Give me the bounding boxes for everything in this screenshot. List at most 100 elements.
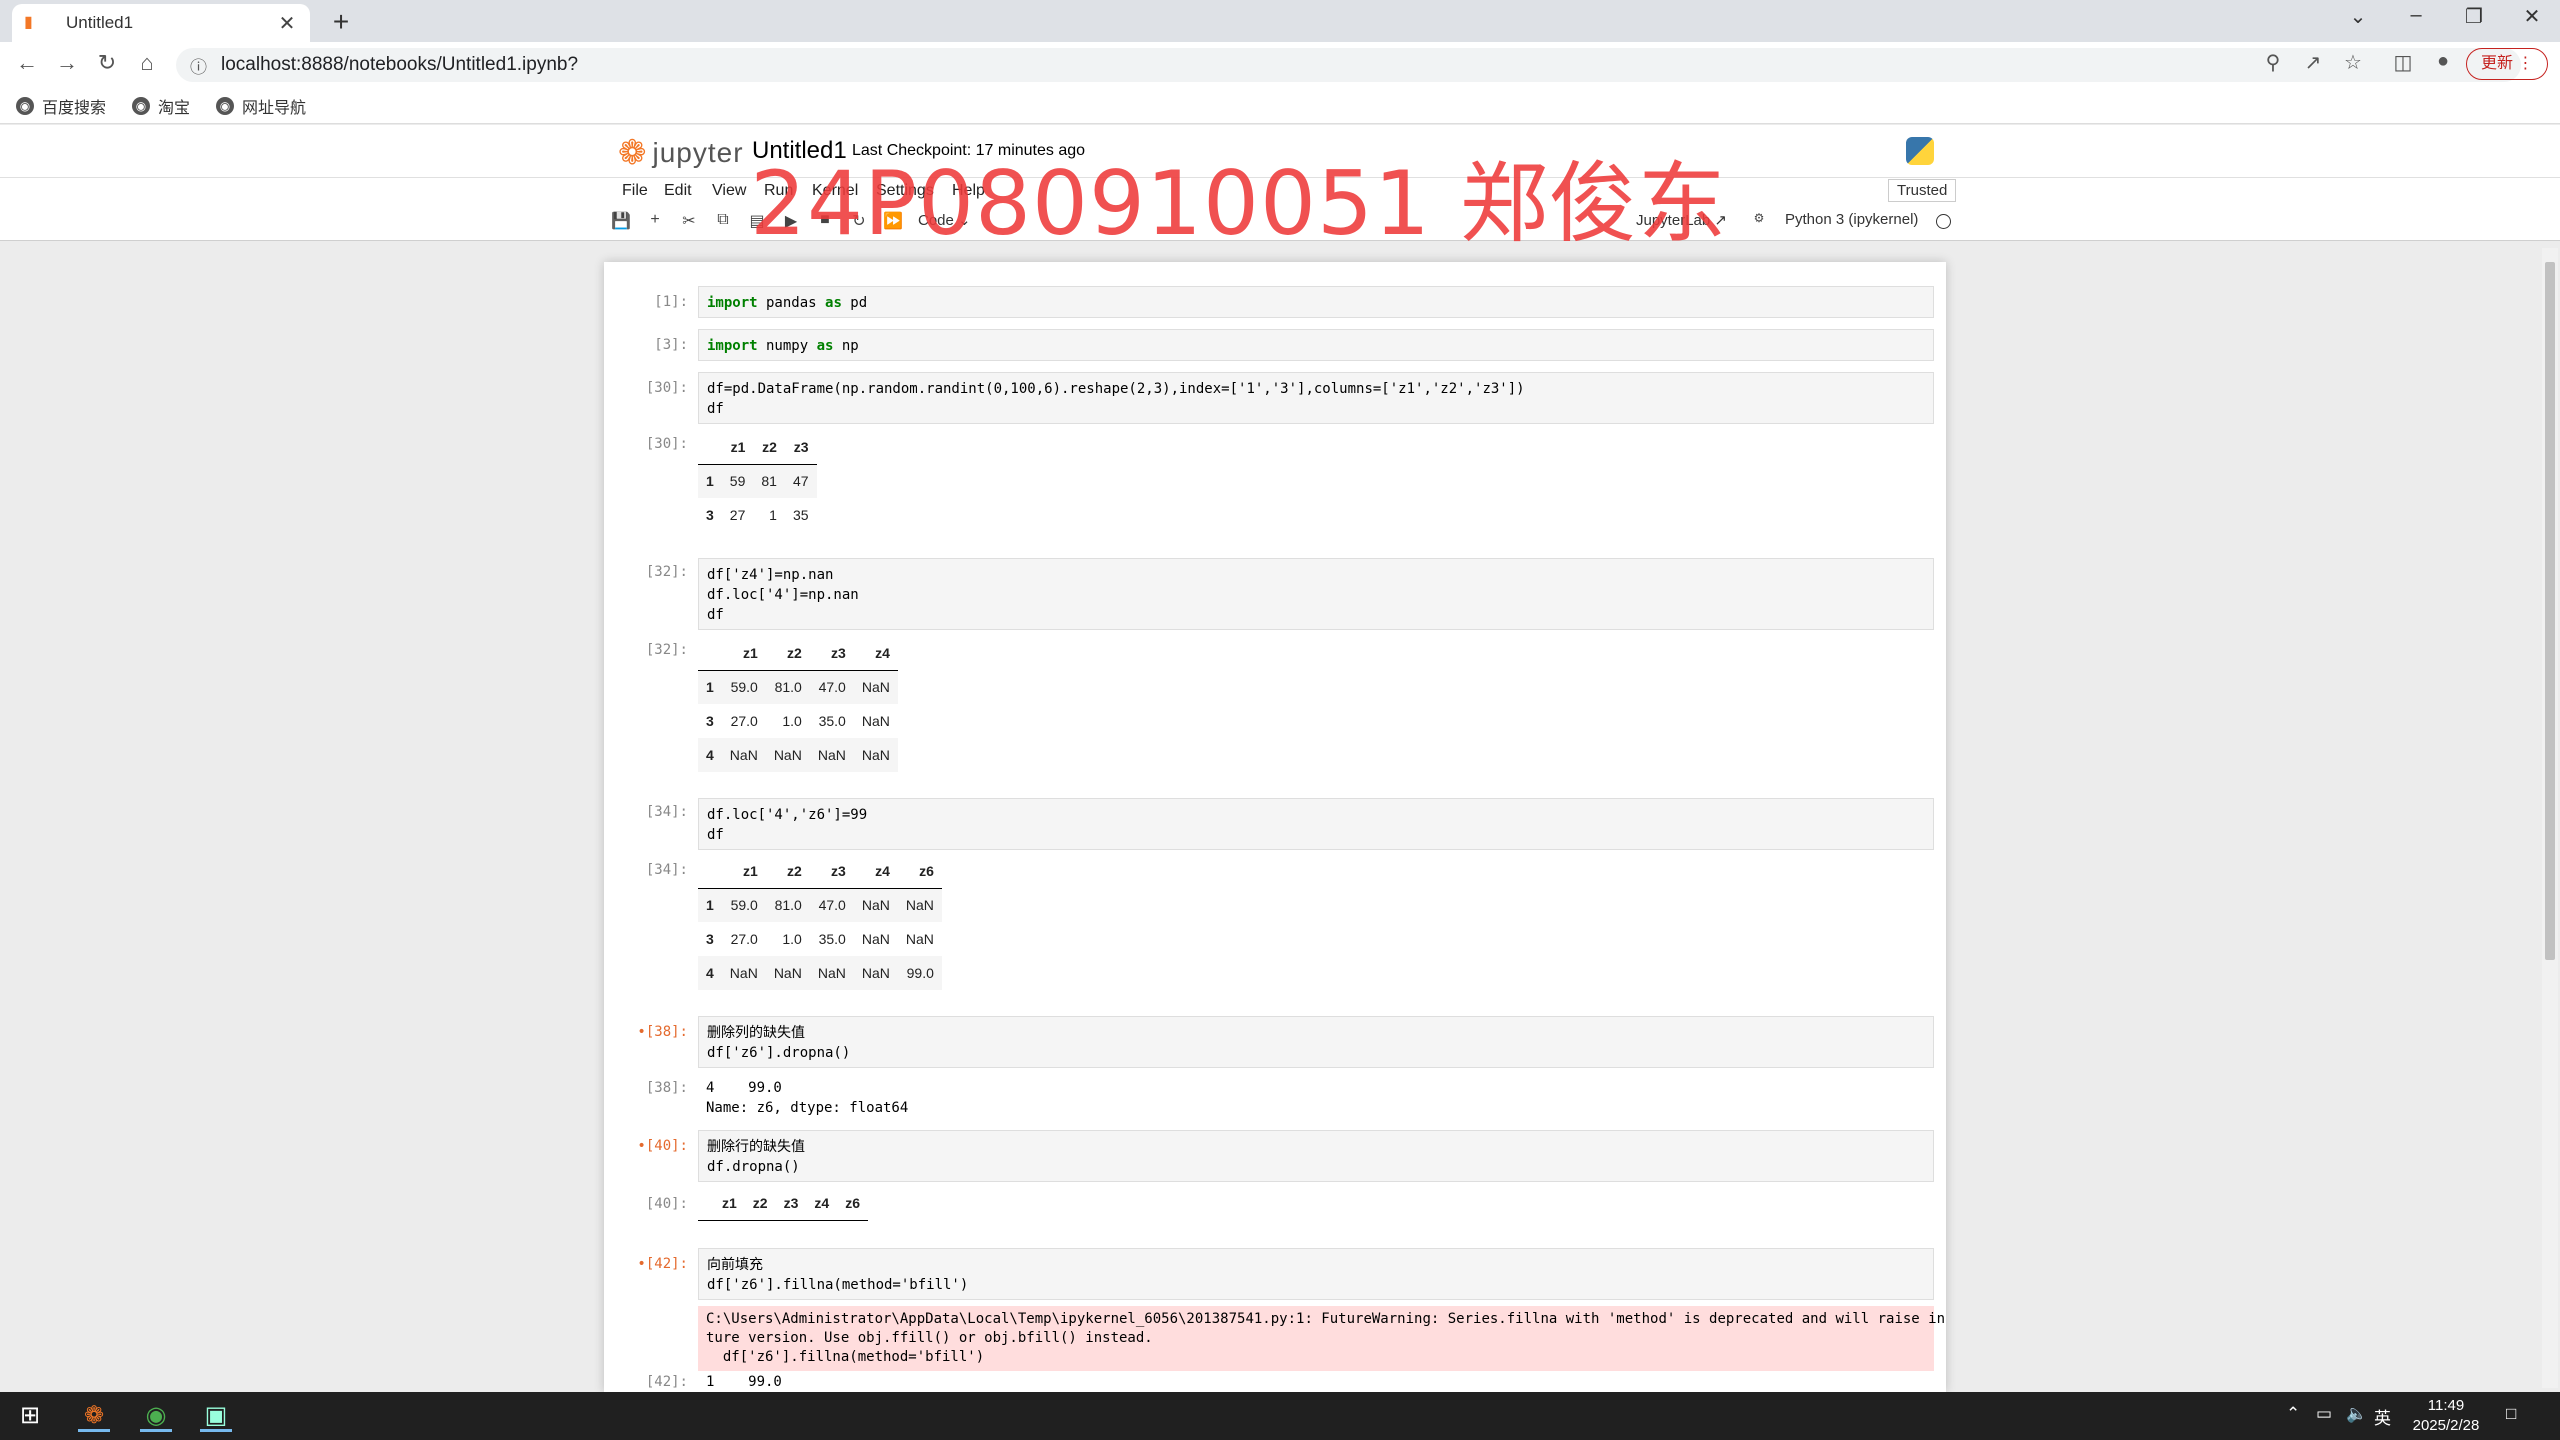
table-cell: 59.0 (730, 897, 758, 914)
code-cell-input[interactable]: 删除列的缺失值 df['z6'].dropna() (698, 1016, 1934, 1068)
copy-icon[interactable]: ⧉ (712, 211, 734, 229)
code-keyword: as (816, 338, 834, 354)
table-cell: 27.0 (730, 713, 758, 729)
column-header: z4 (853, 636, 898, 671)
reload-button[interactable]: ↻ (92, 50, 122, 76)
column-header: z2 (765, 636, 810, 671)
tab-search-icon[interactable]: ⌄ (2338, 4, 2378, 29)
close-tab-icon[interactable]: ✕ (276, 11, 298, 36)
globe-icon: ◉ (216, 96, 235, 115)
side-panel-icon[interactable]: ◫ (2388, 50, 2418, 75)
back-button[interactable]: ← (12, 50, 42, 76)
code-cell-input[interactable]: df['z4']=np.nan df.loc['4']=np.nan df (698, 558, 1934, 630)
volume-icon[interactable]: 🔈 (2346, 1404, 2367, 1424)
minimize-button[interactable]: – (2396, 4, 2436, 27)
windows-start-icon[interactable]: ⊞ (14, 1400, 46, 1432)
menu-view[interactable]: View (712, 182, 746, 200)
table-cell: NaN (861, 897, 890, 914)
row-index: 4 (706, 965, 714, 981)
table-cell: NaN (861, 965, 890, 981)
clock-time: 11:49 (2427, 1397, 2465, 1414)
ime-indicator[interactable]: 英 (2374, 1404, 2391, 1429)
forward-button[interactable]: → (52, 50, 82, 76)
jupyter-logo-text: jupyter (652, 137, 744, 168)
kernel-name[interactable]: Python 3 (ipykernel) (1785, 211, 1918, 228)
share-icon[interactable]: ↗ (2298, 50, 2328, 75)
output-prompt: [30]: (645, 436, 688, 452)
cell-prompt-text: [42]: (645, 1256, 688, 1272)
table-row: 4 NaN NaN NaN NaN (698, 738, 898, 772)
cell-prompt: •[38]: (637, 1024, 688, 1040)
site-info-icon[interactable]: ⓘ (190, 53, 207, 78)
table-cell: 1.0 (782, 713, 802, 729)
column-header: z2 (753, 430, 785, 465)
column-header: z1 (721, 854, 766, 889)
scrollbar-thumb[interactable] (2545, 262, 2555, 960)
jupyter-logo[interactable]: ❁ jupyter (618, 133, 744, 173)
code-cell-input[interactable]: import pandas as pd (698, 286, 1934, 318)
bookmark-item[interactable]: ◉ 百度搜索 (16, 94, 106, 118)
warning-output: C:\Users\Administrator\AppData\Local\Tem… (698, 1306, 1945, 1371)
close-window-button[interactable]: ✕ (2512, 4, 2552, 29)
update-label: 更新 (2481, 55, 2514, 72)
code-cell-input[interactable]: 向前填充 df['z6'].fillna(method='bfill') (698, 1248, 1934, 1300)
taskbar-clock[interactable]: 11:49 2025/2/28 (2406, 1396, 2486, 1436)
notifications-icon[interactable]: □ (2506, 1404, 2516, 1424)
profile-icon[interactable]: ● (2428, 50, 2458, 73)
table-row: 4 NaN NaN NaN NaN 99.0 (698, 956, 942, 990)
column-header: z6 (897, 854, 942, 889)
tray-chevron-icon[interactable]: ⌃ (2286, 1404, 2300, 1424)
settings-gear-icon[interactable]: ⚙ (1748, 211, 1770, 225)
code-cell-input[interactable]: 删除行的缺失值 df.dropna() (698, 1130, 1934, 1182)
home-button[interactable]: ⌂ (132, 50, 162, 76)
table-cell: NaN (729, 965, 758, 981)
menu-edit[interactable]: Edit (664, 182, 692, 200)
globe-icon: ◉ (16, 96, 34, 115)
cell-prompt: [30]: (645, 380, 688, 396)
zoom-icon[interactable]: ⚲ (2258, 50, 2288, 75)
table-cell: NaN (861, 713, 890, 729)
browser-tab-strip: ▮ Untitled1 ✕ + ⌄ – ❐ ✕ (0, 0, 2560, 42)
column-header: z1 (721, 430, 754, 465)
table-cell: 35 (792, 507, 809, 523)
jupyter-app-icon[interactable]: ❁ (78, 1400, 110, 1432)
column-header: z3 (809, 636, 854, 671)
app-window-icon[interactable]: ▣ (200, 1400, 232, 1432)
output-prompt: [34]: (645, 862, 688, 878)
table-cell: NaN (905, 897, 934, 914)
insert-cell-icon[interactable]: + (644, 211, 666, 229)
code-comment: 删除列的缺失值 (707, 1025, 805, 1041)
omnibox[interactable]: ⓘ localhost:8888/notebooks/Untitled1.ipy… (176, 48, 2521, 82)
cell-prompt: [1]: (654, 294, 688, 310)
table-cell: 81.0 (774, 679, 802, 696)
globe-icon: ◉ (132, 96, 151, 115)
update-button[interactable]: 更新 ⋮ (2466, 48, 2548, 80)
url-text[interactable]: localhost:8888/notebooks/Untitled1.ipynb… (221, 54, 578, 76)
table-cell: 59 (729, 473, 746, 490)
restore-button[interactable]: ❐ (2454, 4, 2494, 29)
cut-icon[interactable]: ✂ (678, 211, 700, 231)
network-icon[interactable]: ▭ (2316, 1404, 2332, 1424)
bookmark-item[interactable]: ◉ 网址导航 (216, 94, 306, 118)
code-line: df['z6'].dropna() (707, 1045, 851, 1061)
bookmark-star-icon[interactable]: ☆ (2338, 50, 2368, 75)
code-cell-input[interactable]: df=pd.DataFrame(np.random.randint(0,100,… (698, 372, 1934, 424)
save-icon[interactable]: 💾 (610, 211, 632, 231)
browser-tab[interactable]: ▮ Untitled1 ✕ (12, 4, 310, 42)
table-cell: 81 (761, 473, 777, 490)
address-bar-row: ← → ↻ ⌂ ⓘ localhost:8888/notebooks/Untit… (0, 42, 2560, 88)
table-cell: NaN (861, 931, 890, 947)
menu-file[interactable]: File (622, 182, 648, 200)
new-tab-button[interactable]: + (326, 6, 356, 38)
dataframe-table: z1 z2 z3 1 59 81 47 3 27 1 35 (698, 430, 817, 532)
dataframe-output: z1 z2 z3 1 59 81 47 3 27 1 35 (698, 430, 817, 532)
text-output: 1 99.0 (706, 1374, 782, 1390)
index-header (698, 854, 722, 889)
python-logo-icon (1906, 137, 1934, 165)
code-cell-input[interactable]: df.loc['4','z6']=99 df (698, 798, 1934, 850)
code-cell-input[interactable]: import numpy as np (698, 329, 1934, 361)
chrome-app-icon[interactable]: ◉ (140, 1400, 172, 1432)
cell-prompt: •[40]: (637, 1138, 688, 1154)
trusted-indicator[interactable]: Trusted (1888, 179, 1957, 202)
bookmark-item[interactable]: ◉ 淘宝 (132, 94, 190, 118)
